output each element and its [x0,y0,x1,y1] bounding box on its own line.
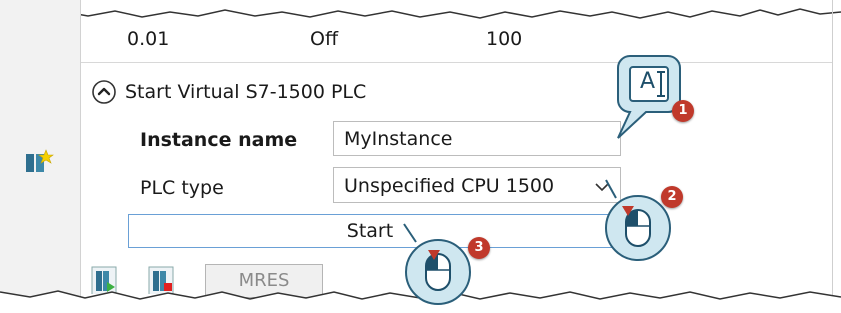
callout-badge-3: 3 [468,237,490,259]
callout-badge-2: 2 [661,186,683,208]
callout-badge-1: 1 [672,100,694,122]
callout-mouse-start [403,223,471,305]
i-beam-cursor-icon [657,71,665,97]
text-cursor-glyph: A [640,69,656,94]
